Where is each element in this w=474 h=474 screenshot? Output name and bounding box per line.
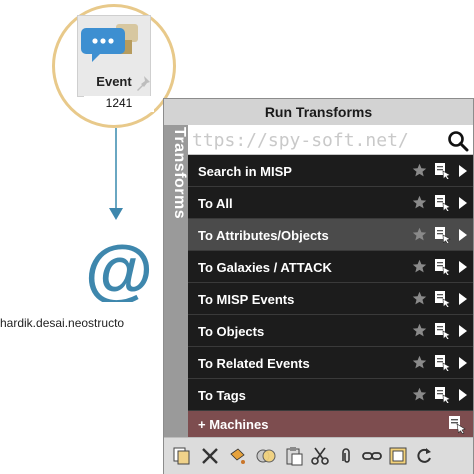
- machines-label: + Machines: [198, 417, 269, 432]
- run-arrow-icon[interactable]: [459, 293, 467, 305]
- transform-row-label: To All: [198, 196, 233, 211]
- attach-icon[interactable]: [336, 446, 356, 466]
- paint-icon[interactable]: [228, 446, 248, 466]
- transform-menu-icon[interactable]: [434, 322, 451, 339]
- transform-search-input[interactable]: [192, 128, 442, 152]
- event-entity-box: Event: [77, 15, 151, 97]
- copy-icon[interactable]: [172, 446, 192, 466]
- star-icon[interactable]: [412, 259, 427, 274]
- select-icon[interactable]: [388, 446, 408, 466]
- run-arrow-icon[interactable]: [459, 357, 467, 369]
- transform-row-to-all[interactable]: To All: [188, 187, 473, 219]
- run-arrow-icon[interactable]: [459, 261, 467, 273]
- transform-row-label: To Objects: [198, 324, 265, 339]
- transform-menu-icon[interactable]: [434, 194, 451, 211]
- transforms-side-tab-label: Transforms: [171, 127, 188, 220]
- transform-row-label: To MISP Events: [198, 292, 295, 307]
- transform-menu-icon[interactable]: [434, 226, 451, 243]
- transform-list: Search in MISP To All To Attributes/Obje…: [188, 155, 473, 411]
- transform-row-label: To Galaxies / ATTACK: [198, 260, 332, 275]
- search-bar: [188, 125, 473, 155]
- graph-edge[interactable]: [115, 128, 117, 214]
- run-arrow-icon[interactable]: [459, 325, 467, 337]
- transform-row-to-objects[interactable]: To Objects: [188, 315, 473, 347]
- edge-arrow-icon: [109, 208, 123, 220]
- star-icon[interactable]: [412, 163, 427, 178]
- transform-menu-icon[interactable]: [434, 290, 451, 307]
- star-icon[interactable]: [412, 355, 427, 370]
- transform-menu-icon[interactable]: [434, 258, 451, 275]
- transform-menu-icon[interactable]: [434, 162, 451, 179]
- event-node-count: 1241: [84, 96, 154, 112]
- run-arrow-icon[interactable]: [459, 229, 467, 241]
- transform-row-search-in-misp[interactable]: Search in MISP: [188, 155, 473, 187]
- graph-toolbar: [164, 437, 473, 474]
- transform-row-label: To Tags: [198, 388, 246, 403]
- machines-section[interactable]: + Machines: [188, 411, 473, 437]
- transform-row-to-misp-events[interactable]: To MISP Events: [188, 283, 473, 315]
- transform-row-to-related-events[interactable]: To Related Events: [188, 347, 473, 379]
- transform-menu-icon[interactable]: [434, 354, 451, 371]
- run-transforms-panel: Run Transforms Transforms Search in MISP…: [163, 98, 474, 474]
- graph-canvas[interactable]: Event 1241 @ hardik.desai.neostructo Run…: [0, 0, 474, 474]
- transform-row-label: Search in MISP: [198, 164, 292, 179]
- transform-row-label: To Attributes/Objects: [198, 228, 329, 243]
- refresh-icon[interactable]: [414, 446, 434, 466]
- chat-bubble-icon: [81, 24, 138, 62]
- transforms-side-tab[interactable]: Transforms: [164, 125, 188, 474]
- transform-menu-icon[interactable]: [434, 386, 451, 403]
- transform-row-to-tags[interactable]: To Tags: [188, 379, 473, 411]
- run-arrow-icon[interactable]: [459, 389, 467, 401]
- transform-row-to-galaxies-attack[interactable]: To Galaxies / ATTACK: [188, 251, 473, 283]
- star-icon[interactable]: [412, 323, 427, 338]
- transform-row-label: To Related Events: [198, 356, 310, 371]
- run-arrow-icon[interactable]: [459, 165, 467, 177]
- star-icon[interactable]: [412, 227, 427, 242]
- cut-icon[interactable]: [310, 446, 330, 466]
- email-at-icon[interactable]: @: [84, 238, 154, 302]
- merge-icon[interactable]: [256, 446, 276, 466]
- search-icon[interactable]: [447, 130, 469, 152]
- link-icon[interactable]: [362, 446, 382, 466]
- transform-row-to-attributes-objects[interactable]: To Attributes/Objects: [188, 219, 473, 251]
- svg-text:@: @: [85, 238, 153, 302]
- run-arrow-icon[interactable]: [459, 197, 467, 209]
- star-icon[interactable]: [412, 195, 427, 210]
- star-icon[interactable]: [412, 387, 427, 402]
- paste-icon[interactable]: [284, 446, 304, 466]
- pin-icon: [137, 76, 150, 91]
- email-node-label: hardik.desai.neostructo: [0, 316, 125, 330]
- delete-icon[interactable]: [200, 446, 220, 466]
- panel-title: Run Transforms: [264, 104, 373, 120]
- star-icon[interactable]: [412, 291, 427, 306]
- machines-menu-icon[interactable]: [447, 414, 467, 434]
